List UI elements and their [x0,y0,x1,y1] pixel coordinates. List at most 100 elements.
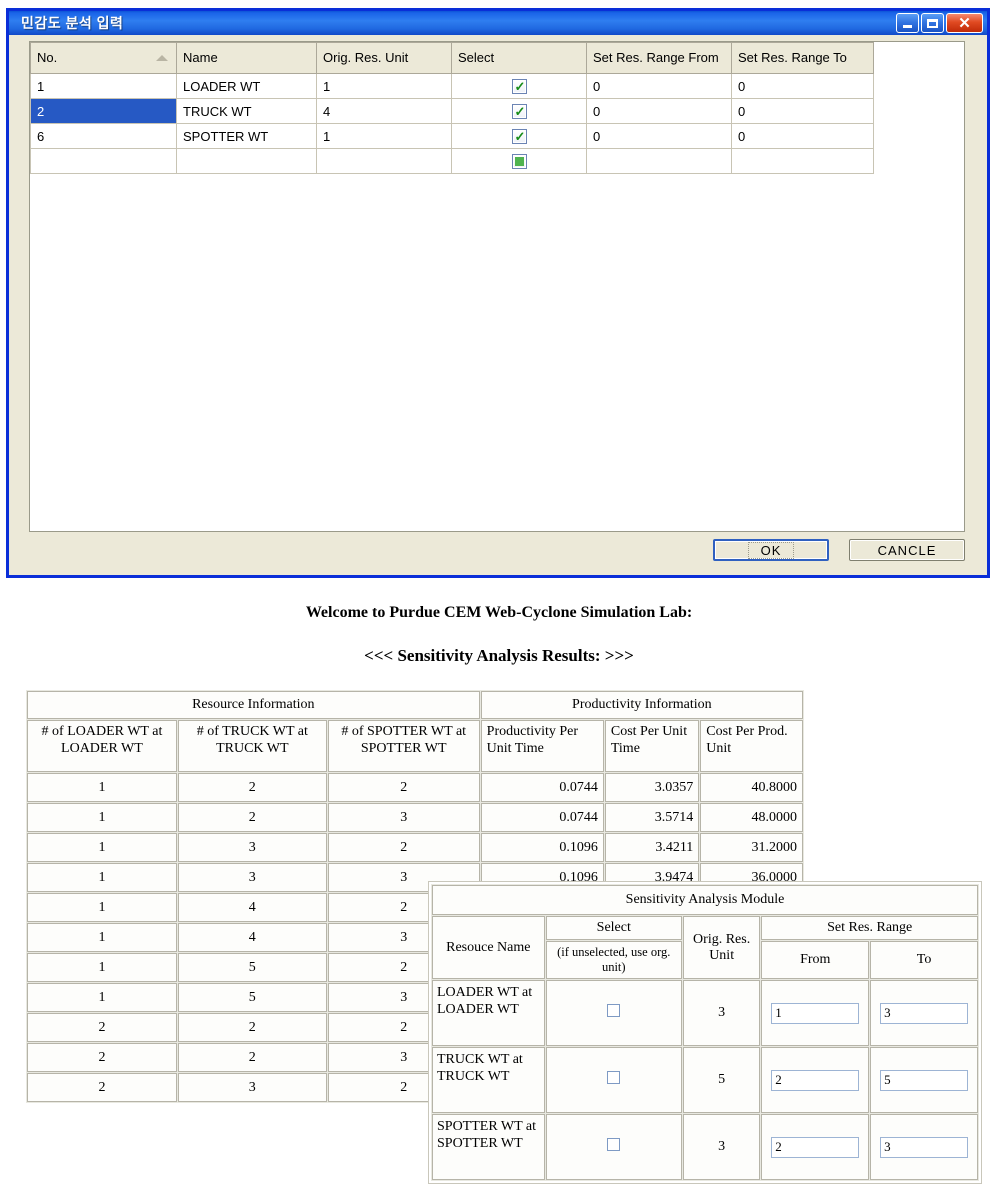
table-row: LOADER WT at LOADER WT 3 [432,980,978,1046]
cell-name[interactable]: SPOTTER WT [177,124,317,149]
cell-orig-res-unit[interactable]: 4 [317,99,452,124]
range-from-input[interactable] [771,1003,859,1024]
module-cell-select[interactable] [546,980,682,1046]
col-productivity-per-unit-time: Productivity Per Unit Time [481,720,604,772]
cell-truck: 5 [178,983,327,1012]
cell-loader: 2 [27,1043,177,1072]
table-row[interactable]: 6 SPOTTER WT 1 ✓ 0 0 [31,124,874,149]
cell-no[interactable] [31,149,177,174]
dialog-button-row: OK CANCLE [713,539,965,561]
range-to-input[interactable] [880,1137,968,1158]
cell-range-from[interactable]: 0 [587,124,732,149]
results-group-header-row: Resource Information Productivity Inform… [27,691,803,719]
cell-spotter: 2 [328,833,480,862]
module-col-select-note: (if unselected, use org. unit) [546,941,682,979]
cell-loader: 1 [27,803,177,832]
checkbox-unchecked-icon[interactable] [607,1138,620,1151]
cell-productivity: 0.0744 [481,773,604,802]
module-cell-select[interactable] [546,1114,682,1180]
grid-col-range-from[interactable]: Set Res. Range From [587,43,732,74]
module-title-row: Sensitivity Analysis Module [432,885,978,915]
cell-range-to[interactable]: 0 [732,99,874,124]
cell-range-to[interactable]: 0 [732,74,874,99]
cell-loader: 1 [27,833,177,862]
grid-col-no[interactable]: No. [31,43,177,74]
cell-truck: 5 [178,953,327,982]
cell-cost-unit: 31.2000 [700,833,803,862]
module-col-set-res-range: Set Res. Range [761,916,978,940]
module-cell-to[interactable] [870,1047,978,1113]
dialog-titlebar[interactable]: 민감도 분석 입력 ✕ [9,8,987,35]
cell-range-to[interactable] [732,149,874,174]
col-cost-per-prod-unit: Cost Per Prod. Unit [700,720,803,772]
checkbox-checked-icon[interactable]: ✓ [512,129,527,144]
range-to-input[interactable] [880,1070,968,1091]
grid-col-select[interactable]: Select [452,43,587,74]
module-cell-to[interactable] [870,980,978,1046]
cell-orig-res-unit[interactable] [317,149,452,174]
col-truck-count: # of TRUCK WT at TRUCK WT [178,720,327,772]
sensitivity-analysis-module-panel: Sensitivity Analysis Module Resouce Name… [428,881,982,1184]
cancel-button[interactable]: CANCLE [849,539,965,561]
cell-no[interactable]: 6 [31,124,177,149]
table-row[interactable] [31,149,874,174]
table-row: SPOTTER WT at SPOTTER WT 3 [432,1114,978,1180]
table-row[interactable]: 2 TRUCK WT 4 ✓ 0 0 [31,99,874,124]
close-icon[interactable]: ✕ [946,13,983,33]
dialog-body: No. Name Orig. Res. Unit Select Set Res.… [9,35,987,575]
module-cell-from[interactable] [761,1047,869,1113]
checkbox-indeterminate-icon[interactable] [512,154,527,169]
checkbox-unchecked-icon[interactable] [607,1071,620,1084]
cell-no[interactable]: 2 [31,99,177,124]
cell-orig-res-unit[interactable]: 1 [317,124,452,149]
cell-name[interactable]: LOADER WT [177,74,317,99]
cell-select[interactable]: ✓ [452,74,587,99]
window-controls: ✕ [896,13,983,33]
range-from-input[interactable] [771,1070,859,1091]
cell-name[interactable]: TRUCK WT [177,99,317,124]
table-row[interactable]: 1 LOADER WT 1 ✓ 0 0 [31,74,874,99]
maximize-icon[interactable] [921,13,944,33]
cell-range-from[interactable] [587,149,732,174]
range-from-input[interactable] [771,1137,859,1158]
module-cell-resource-name: LOADER WT at LOADER WT [432,980,545,1046]
cell-productivity: 0.0744 [481,803,604,832]
sensitivity-analysis-input-dialog: 민감도 분석 입력 ✕ No. Name [6,8,990,578]
cell-range-from[interactable]: 0 [587,74,732,99]
table-row: 1 2 3 0.0744 3.5714 48.0000 [27,803,803,832]
cell-loader: 2 [27,1073,177,1102]
cell-loader: 1 [27,893,177,922]
module-col-select: Select [546,916,682,940]
resource-grid[interactable]: No. Name Orig. Res. Unit Select Set Res.… [29,41,965,532]
module-cell-from[interactable] [761,980,869,1046]
cell-cost-time: 3.0357 [605,773,699,802]
results-subheading: <<< Sensitivity Analysis Results: >>> [0,646,998,666]
grid-col-name[interactable]: Name [177,43,317,74]
cell-select[interactable]: ✓ [452,124,587,149]
checkbox-unchecked-icon[interactable] [607,1004,620,1017]
module-cell-from[interactable] [761,1114,869,1180]
ok-button[interactable]: OK [713,539,829,561]
cell-select[interactable]: ✓ [452,99,587,124]
grid-col-orig-res-unit[interactable]: Orig. Res. Unit [317,43,452,74]
cell-truck: 3 [178,863,327,892]
cell-cost-unit: 40.8000 [700,773,803,802]
module-cell-resource-name: TRUCK WT at TRUCK WT [432,1047,545,1113]
cell-productivity: 0.1096 [481,833,604,862]
module-col-from: From [761,941,869,979]
cell-no[interactable]: 1 [31,74,177,99]
cell-range-from[interactable]: 0 [587,99,732,124]
grid-col-range-to[interactable]: Set Res. Range To [732,43,874,74]
cell-spotter: 3 [328,803,480,832]
checkbox-checked-icon[interactable]: ✓ [512,104,527,119]
cell-name[interactable] [177,149,317,174]
cell-select[interactable] [452,149,587,174]
cell-orig-res-unit[interactable]: 1 [317,74,452,99]
module-cell-resource-name: SPOTTER WT at SPOTTER WT [432,1114,545,1180]
minimize-icon[interactable] [896,13,919,33]
checkbox-checked-icon[interactable]: ✓ [512,79,527,94]
range-to-input[interactable] [880,1003,968,1024]
module-cell-to[interactable] [870,1114,978,1180]
module-cell-select[interactable] [546,1047,682,1113]
cell-range-to[interactable]: 0 [732,124,874,149]
